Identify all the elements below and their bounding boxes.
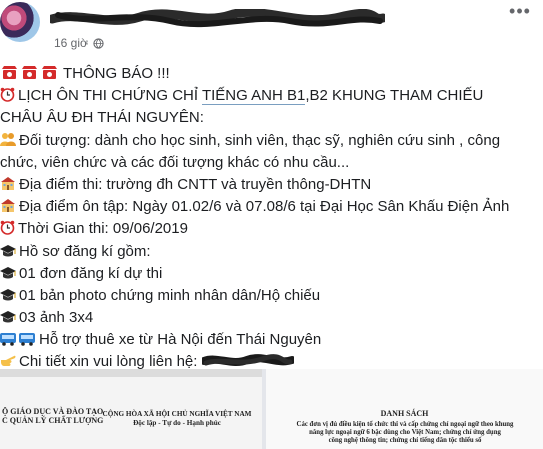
post-text: Thời Gian thi: 09/06/2019 [18, 220, 188, 238]
graduation-cap-icon [0, 311, 16, 323]
post-timestamp[interactable]: 16 giờ [54, 36, 88, 50]
post-line: Địa điểm ôn tập: Ngày 01.02/6 và 07.08/6… [0, 196, 543, 218]
post-text: chức, viên chức và các đối tượng khác có… [0, 153, 350, 171]
post-line: Hỗ trợ thuê xe từ Hà Nội đến Thái Nguyên [0, 329, 543, 351]
post-body: THÔNG BÁO !!! LỊCH ÔN THI CHỨNG CHỈ TIẾN… [0, 63, 543, 374]
post-line: CHÂU ÂU ĐH THÁI NGUYÊN: [0, 107, 543, 129]
pointing-hand-icon [1, 356, 16, 367]
post-line: 01 bản photo chứng minh nhân dân/Hộ chiế… [0, 285, 543, 307]
document-photo-left[interactable]: Ộ GIÁO DỤC VÀ ĐÀO TẠO C QUẢN LÝ CHẤT LƯỢ… [0, 369, 262, 449]
post-text: LỊCH ÔN THI CHỨNG CHỈ [18, 87, 202, 105]
post-line: LỊCH ÔN THI CHỨNG CHỈ TIẾNG ANH B1,B2 KH… [0, 85, 543, 107]
post-text: 03 ảnh 3x4 [19, 309, 94, 327]
document-body: Các đơn vị đủ điều kiện tổ chức thi và c… [272, 421, 538, 445]
redacted-author-name[interactable] [50, 9, 385, 29]
graduation-cap-icon [0, 244, 16, 256]
graduation-cap-icon [0, 266, 16, 279]
post-line: THÔNG BÁO !!! [0, 63, 543, 85]
redacted-contact [201, 354, 294, 367]
document-title: DANH SÁCH [380, 409, 429, 418]
telephone-icon [2, 66, 57, 79]
people-icon [0, 132, 16, 146]
alarm-clock-icon [0, 87, 15, 102]
graduation-cap-icon [0, 288, 16, 301]
document-text: Các đơn vị đủ điều kiện tổ chức thi và c… [296, 421, 514, 428]
bus-icon [0, 333, 35, 347]
attached-images: Ộ GIÁO DỤC VÀ ĐÀO TẠO C QUẢN LÝ CHẤT LƯỢ… [0, 369, 543, 449]
post-text: Chi tiết xin vui lòng liên hệ: [19, 353, 202, 371]
document-text: năng lực ngoại ngữ 6 bậc dùng cho Việt N… [309, 429, 501, 436]
post-line: Đối tượng: dành cho học sinh, sinh viên,… [0, 130, 543, 152]
post-text: Hồ sơ đăng kí gồm: [19, 242, 151, 260]
post-text: Địa điểm ôn tập: Ngày 01.02/6 và 07.08/6… [19, 198, 510, 216]
post-line: chức, viên chức và các đối tượng khác có… [0, 152, 543, 174]
post-text: Hỗ trợ thuê xe từ Hà Nội đến Thái Nguyên [39, 331, 322, 349]
post-text: Địa điểm thi: trường đh CNTT và truyền t… [19, 175, 372, 193]
highlighted-text[interactable]: TIẾNG ANH B1 [201, 87, 306, 106]
post-text: THÔNG BÁO !!! [63, 65, 170, 82]
post-text: 01 bản photo chứng minh nhân dân/Hộ chiế… [19, 286, 321, 304]
separator-dot: · [85, 36, 89, 50]
school-icon [1, 176, 15, 190]
document-photo-right[interactable]: DANH SÁCH Các đơn vị đủ điều kiện tổ chứ… [266, 369, 543, 449]
avatar[interactable] [0, 2, 40, 42]
post-text: CHÂU ÂU ĐH THÁI NGUYÊN: [0, 109, 204, 127]
post-line: Hồ sơ đăng kí gồm: [0, 241, 543, 263]
document-text: Ộ GIÁO DỤC VÀ ĐÀO TẠO [2, 407, 104, 416]
post-line: Địa điểm thi: trường đh CNTT và truyền t… [0, 174, 543, 196]
post-text: Đối tượng: dành cho học sinh, sinh viên,… [19, 131, 501, 149]
document-text: CỘNG HÒA XÃ HỘI CHỦ NGHĨA VIỆT NAM [102, 410, 252, 418]
more-options-button[interactable]: ••• [506, 2, 534, 22]
post-line: Thời Gian thi: 09/06/2019 [0, 218, 543, 240]
document-text: Độc lập - Tự do - Hạnh phúc [133, 419, 221, 427]
document-text: công nghệ thông tin; chứng chỉ tiếng dân… [328, 437, 482, 444]
post-line: 01 đơn đăng kí dự thi [0, 263, 543, 285]
school-icon [1, 199, 15, 213]
alarm-clock-icon [0, 221, 15, 236]
document-agency-header: Ộ GIÁO DỤC VÀ ĐÀO TẠO C QUẢN LÝ CHẤT LƯỢ… [2, 407, 103, 425]
post-header: 16 giờ · ••• [0, 0, 543, 60]
post-text: ,B2 KHUNG THAM CHIẾU [305, 87, 484, 105]
document-national-header: CỘNG HÒA XÃ HỘI CHỦ NGHĨA VIỆT NAM Độc l… [102, 410, 252, 428]
document-text: C QUẢN LÝ CHẤT LƯỢNG [2, 416, 104, 425]
globe-icon[interactable] [93, 38, 104, 49]
post-text: 01 đơn đăng kí dự thi [19, 264, 163, 282]
photo-top-strip [0, 369, 262, 377]
post-line: 03 ảnh 3x4 [0, 307, 543, 329]
